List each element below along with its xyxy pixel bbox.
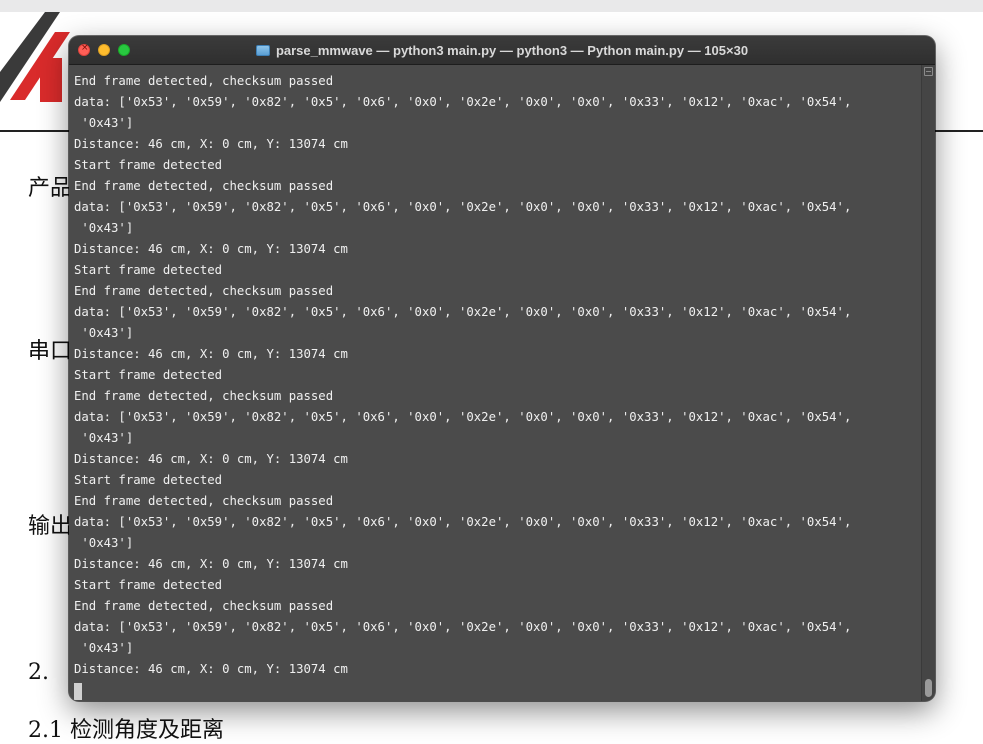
terminal-line: Distance: 46 cm, X: 0 cm, Y: 13074 cm [74,137,348,151]
scroll-thumb[interactable] [925,679,932,697]
terminal-line: End frame detected, checksum passed [74,389,334,403]
scroll-split-icon[interactable] [924,67,933,76]
terminal-line: End frame detected, checksum passed [74,284,334,298]
terminal-line: End frame detected, checksum passed [74,494,334,508]
doc-heading-section-2: 2. [28,660,49,685]
terminal-line: '0x43'] [74,641,134,655]
cursor-block [74,683,82,700]
terminal-line: data: ['0x53', '0x59', '0x82', '0x5', '0… [74,305,852,319]
terminal-line: data: ['0x53', '0x59', '0x82', '0x5', '0… [74,620,852,634]
window-titlebar[interactable]: × parse_mmwave — python3 main.py — pytho… [69,36,935,65]
terminal-line: End frame detected, checksum passed [74,74,334,88]
terminal-line: '0x43'] [74,431,134,445]
prompt-line[interactable] [74,680,921,701]
terminal-line: Distance: 46 cm, X: 0 cm, Y: 13074 cm [74,452,348,466]
terminal-line: Start frame detected [74,368,223,382]
terminal-line: Distance: 46 cm, X: 0 cm, Y: 13074 cm [74,557,348,571]
terminal-window[interactable]: × parse_mmwave — python3 main.py — pytho… [69,36,935,701]
window-title-group: parse_mmwave — python3 main.py — python3… [69,36,935,64]
terminal-line: data: ['0x53', '0x59', '0x82', '0x5', '0… [74,410,852,424]
folder-icon [255,44,270,56]
window-title: parse_mmwave — python3 main.py — python3… [275,42,749,58]
terminal-line: Start frame detected [74,473,223,487]
terminal-line: End frame detected, checksum passed [74,599,334,613]
terminal-line: data: ['0x53', '0x59', '0x82', '0x5', '0… [74,515,852,529]
terminal-line: Distance: 46 cm, X: 0 cm, Y: 13074 cm [74,662,348,676]
doc-heading-product: 产品 [28,176,73,201]
terminal-line: data: ['0x53', '0x59', '0x82', '0x5', '0… [74,95,852,109]
vertical-scrollbar[interactable] [921,65,935,701]
terminal-line: '0x43'] [74,326,134,340]
doc-heading-output: 输出 [28,514,73,539]
terminal-line: '0x43'] [74,116,134,130]
doc-heading-serial: 串口 [28,339,73,364]
browser-top-strip [0,0,983,12]
terminal-line: '0x43'] [74,221,134,235]
terminal-output[interactable]: End frame detected, checksum passed data:… [69,65,921,701]
terminal-line: End frame detected, checksum passed [74,179,334,193]
doc-heading-section-2-1: 2.1 检测角度及距离 [28,718,224,743]
terminal-line: Start frame detected [74,263,223,277]
terminal-line: Start frame detected [74,578,223,592]
terminal-line: data: ['0x53', '0x59', '0x82', '0x5', '0… [74,200,852,214]
terminal-line: Distance: 46 cm, X: 0 cm, Y: 13074 cm [74,347,348,361]
terminal-line: Start frame detected [74,158,223,172]
terminal-line: '0x43'] [74,536,134,550]
terminal-line: Distance: 46 cm, X: 0 cm, Y: 13074 cm [74,242,348,256]
